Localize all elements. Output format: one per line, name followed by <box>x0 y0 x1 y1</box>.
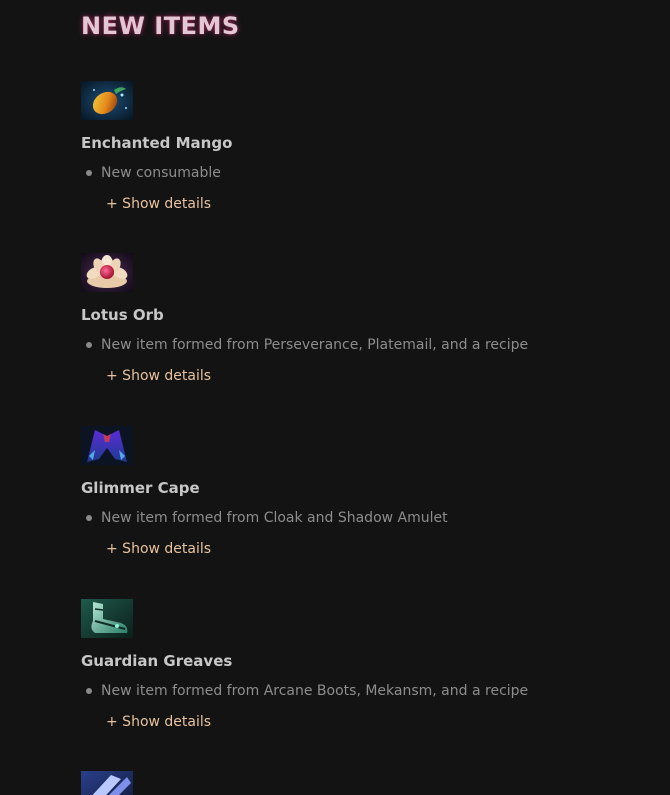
item-name: Lotus Orb <box>81 306 164 324</box>
show-details-link[interactable]: + Show details <box>106 713 211 731</box>
lotus-orb-icon <box>81 253 133 292</box>
item-name: Enchanted Mango <box>81 134 233 152</box>
item-entry: Lotus Orb New item formed from Persevera… <box>81 253 641 385</box>
item-description: New item formed from Arcane Boots, Mekan… <box>101 683 529 699</box>
show-details-link[interactable]: + Show details <box>106 367 211 385</box>
item-entry <box>81 771 641 795</box>
item-description: New item formed from Perseverance, Plate… <box>101 337 529 353</box>
item-description: New item formed from Cloak and Shadow Am… <box>101 510 448 526</box>
show-details-link[interactable]: + Show details <box>106 540 211 558</box>
item-entry: Guardian Greaves New item formed from Ar… <box>81 599 641 731</box>
item-name: Glimmer Cape <box>81 479 200 497</box>
bullet-icon <box>86 688 92 694</box>
item-entry: Enchanted Mango New consumable + Show de… <box>81 81 641 213</box>
bullet-icon <box>86 170 92 176</box>
list-item: New item formed from Cloak and Shadow Am… <box>81 509 641 527</box>
item-entry: Glimmer Cape New item formed from Cloak … <box>81 426 641 558</box>
item-description: New consumable <box>101 165 221 181</box>
mango-icon <box>81 81 133 120</box>
section-title: NEW ITEMS <box>81 12 240 40</box>
item-name: Guardian Greaves <box>81 652 233 670</box>
show-details-link[interactable]: + Show details <box>106 195 211 213</box>
list-item: New item formed from Perseverance, Plate… <box>81 336 641 354</box>
item-icon <box>81 771 133 795</box>
bullet-icon <box>86 342 92 348</box>
guardian-greaves-icon <box>81 599 133 638</box>
list-item: New item formed from Arcane Boots, Mekan… <box>81 682 641 700</box>
patch-notes-page: NEW ITEMS Enchanted Mango New consumable… <box>0 0 670 795</box>
list-item: New consumable <box>81 164 641 182</box>
glimmer-cape-icon <box>81 426 133 465</box>
bullet-icon <box>86 515 92 521</box>
